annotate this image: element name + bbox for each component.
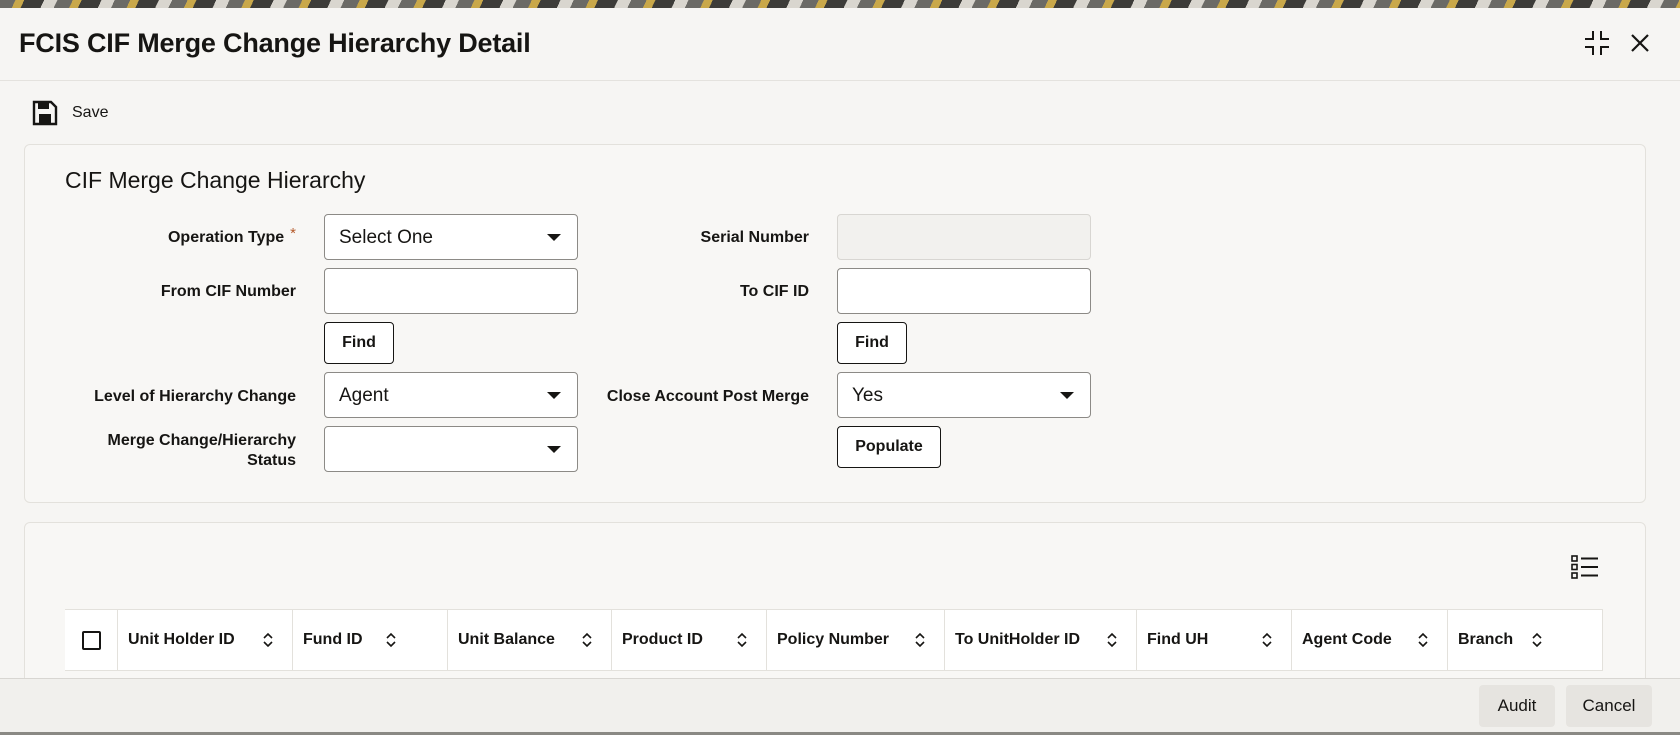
level-of-hierarchy-change-label: Level of Hierarchy Change	[94, 388, 296, 405]
column-label: Find UH	[1147, 631, 1209, 648]
column-header[interactable]: Policy Number	[767, 610, 945, 670]
chevron-down-icon	[547, 446, 561, 453]
sort-icon	[1262, 632, 1272, 648]
operation-type-label: Operation Type *	[167, 225, 296, 246]
column-header[interactable]: Find UH	[1137, 610, 1292, 670]
close-account-post-merge-label: Close Account Post Merge	[606, 388, 809, 405]
column-header[interactable]: Branch	[1448, 610, 1603, 670]
floppy-disk-icon	[32, 100, 58, 126]
populate-button[interactable]: Populate	[837, 426, 941, 468]
merge-status-label-line1: Merge Change/Hierarchy	[107, 432, 296, 449]
header-divider	[0, 80, 1680, 81]
find-from-cif-button[interactable]: Find	[324, 322, 394, 364]
close-window-button[interactable]	[1625, 28, 1655, 58]
column-label: Unit Balance	[458, 631, 555, 648]
sort-icon	[915, 632, 925, 648]
operation-type-value: Select One	[339, 227, 433, 248]
column-label: Fund ID	[303, 631, 363, 648]
column-label: Unit Holder ID	[128, 631, 235, 648]
sort-icon	[1532, 632, 1542, 648]
sort-icon	[263, 632, 273, 648]
close-account-post-merge-select[interactable]: Yes	[837, 372, 1091, 418]
sort-icon	[1418, 632, 1428, 648]
window-title: FCIS CIF Merge Change Hierarchy Detail	[19, 28, 531, 58]
column-label: Policy Number	[777, 631, 890, 648]
section-title: CIF Merge Change Hierarchy	[65, 167, 366, 193]
merge-status-select[interactable]	[324, 426, 578, 472]
grid-header: Unit Holder ID Fund ID Unit Balance Prod…	[65, 609, 1603, 671]
save-button[interactable]: Save	[32, 98, 108, 128]
column-label: To UnitHolder ID	[955, 631, 1081, 648]
from-cif-number-label: From CIF Number	[160, 283, 296, 300]
sort-icon	[1107, 632, 1117, 648]
merge-status-label: Merge Change/Hierarchy Status	[16, 431, 296, 471]
column-header[interactable]: Product ID	[612, 610, 767, 670]
serial-number-label: Serial Number	[700, 229, 809, 246]
save-label: Save	[72, 104, 109, 121]
required-indicator: *	[290, 225, 296, 242]
maximize-button[interactable]	[1582, 28, 1612, 58]
to-cif-id-input[interactable]	[837, 268, 1091, 314]
chevron-down-icon	[1060, 392, 1074, 399]
cancel-button[interactable]: Cancel	[1566, 685, 1652, 727]
column-label: Branch	[1458, 631, 1514, 648]
column-header[interactable]: Unit Holder ID	[118, 610, 293, 670]
sort-icon	[737, 632, 747, 648]
footer-bar	[0, 678, 1680, 732]
close-account-post-merge-value: Yes	[852, 385, 883, 406]
close-icon	[1631, 34, 1649, 52]
list-settings-icon	[1571, 555, 1598, 579]
audit-button[interactable]: Audit	[1479, 685, 1555, 727]
find-to-cif-button[interactable]: Find	[837, 322, 907, 364]
column-header[interactable]: Fund ID	[293, 610, 448, 670]
serial-number-field	[837, 214, 1091, 260]
to-cif-id-label: To CIF ID	[739, 283, 809, 300]
column-header[interactable]: Unit Balance	[448, 610, 612, 670]
column-label: Product ID	[622, 631, 703, 648]
grid-settings-button[interactable]	[1571, 554, 1601, 582]
maximize-icon	[1585, 31, 1609, 55]
column-header[interactable]: To UnitHolder ID	[945, 610, 1137, 670]
merge-status-label-line2: Status	[247, 452, 296, 469]
sort-icon	[582, 632, 592, 648]
decorative-banner	[0, 0, 1680, 8]
select-all-cell	[65, 610, 118, 670]
select-all-checkbox[interactable]	[81, 630, 101, 650]
column-label: Agent Code	[1302, 631, 1392, 648]
sort-icon	[385, 632, 396, 648]
level-of-hierarchy-change-value: Agent	[339, 385, 389, 406]
column-header[interactable]: Agent Code	[1292, 610, 1448, 670]
